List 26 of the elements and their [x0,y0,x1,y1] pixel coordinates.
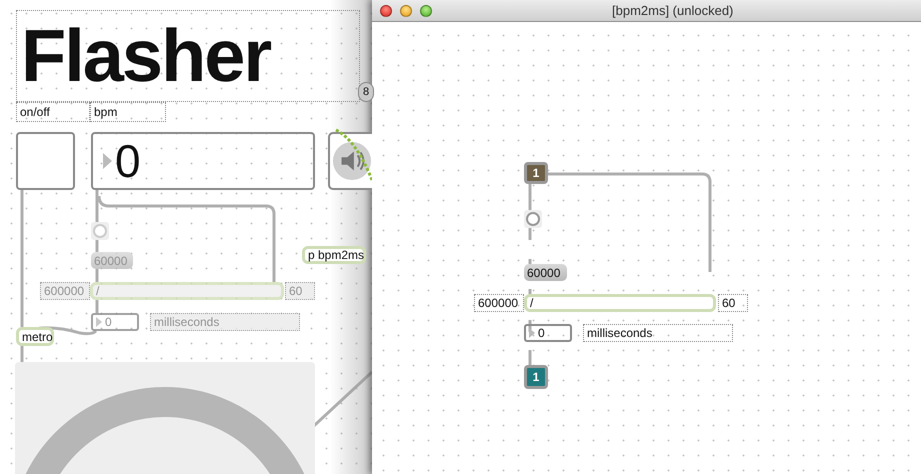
patch-cord [20,346,24,362]
comment-text: 60 [285,282,315,300]
object-box[interactable]: metro [16,327,54,346]
comment-text: milliseconds [150,313,300,331]
patch-cord [335,128,372,181]
count-badge: 8 [358,82,374,102]
window-title: [bpm2ms] (unlocked) [612,3,734,18]
toggle[interactable] [16,132,75,190]
comment-text: on/off [16,102,90,122]
object-box[interactable]: p bpm2ms [302,246,366,264]
comment-text: bpm [90,102,166,122]
number-box[interactable]: 0 [91,132,315,190]
number-box[interactable]: 0 [524,324,572,342]
comment-text: 600000 [40,282,90,300]
message-box[interactable]: 60000 [524,264,567,281]
patcher-title: Flasher [16,10,360,102]
minimize-button[interactable] [400,4,412,16]
comment-text: milliseconds [583,324,733,342]
object-box[interactable]: / [524,294,716,312]
close-button[interactable] [380,4,392,16]
inlet-box[interactable]: 1 [524,162,548,184]
comment-text: 60 [718,294,748,312]
speaker-button[interactable] [328,132,372,190]
bang-button[interactable] [524,210,542,228]
zoom-button[interactable] [420,4,432,16]
outlet-box[interactable]: 1 [524,365,548,389]
